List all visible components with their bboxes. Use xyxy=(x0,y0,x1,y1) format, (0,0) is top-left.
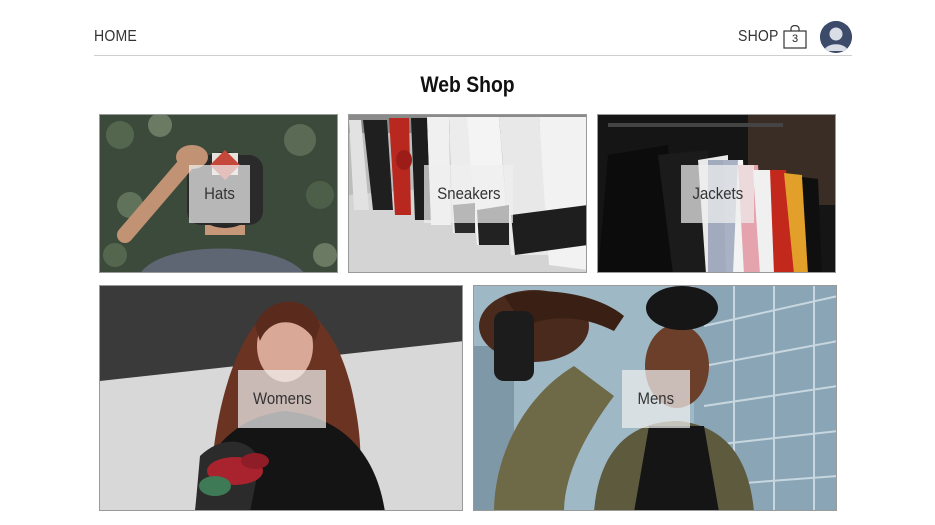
nav-home-link[interactable]: HOME xyxy=(94,28,137,46)
category-tile-womens[interactable]: Womens xyxy=(99,285,463,511)
navbar: HOME SHOP 3 xyxy=(94,0,852,56)
user-avatar-icon xyxy=(820,21,852,53)
category-label-sneakers: Sneakers xyxy=(424,165,513,223)
category-tile-hats[interactable]: Hats xyxy=(99,114,338,273)
cart-count-badge: 3 xyxy=(791,33,799,45)
category-label-mens: Mens xyxy=(622,370,690,428)
nav-shop-link[interactable]: SHOP xyxy=(738,28,779,46)
category-label-womens: Womens xyxy=(238,370,326,428)
category-tile-sneakers[interactable]: Sneakers xyxy=(348,114,587,273)
category-tile-mens[interactable]: Mens xyxy=(473,285,837,511)
category-tile-jackets[interactable]: Jackets xyxy=(597,114,836,273)
category-label-hats: Hats xyxy=(189,165,250,223)
cart-button[interactable]: 3 xyxy=(782,25,808,49)
page-title: Web Shop xyxy=(420,72,515,97)
user-avatar[interactable] xyxy=(820,21,852,53)
category-label-jackets: Jackets xyxy=(681,165,754,223)
